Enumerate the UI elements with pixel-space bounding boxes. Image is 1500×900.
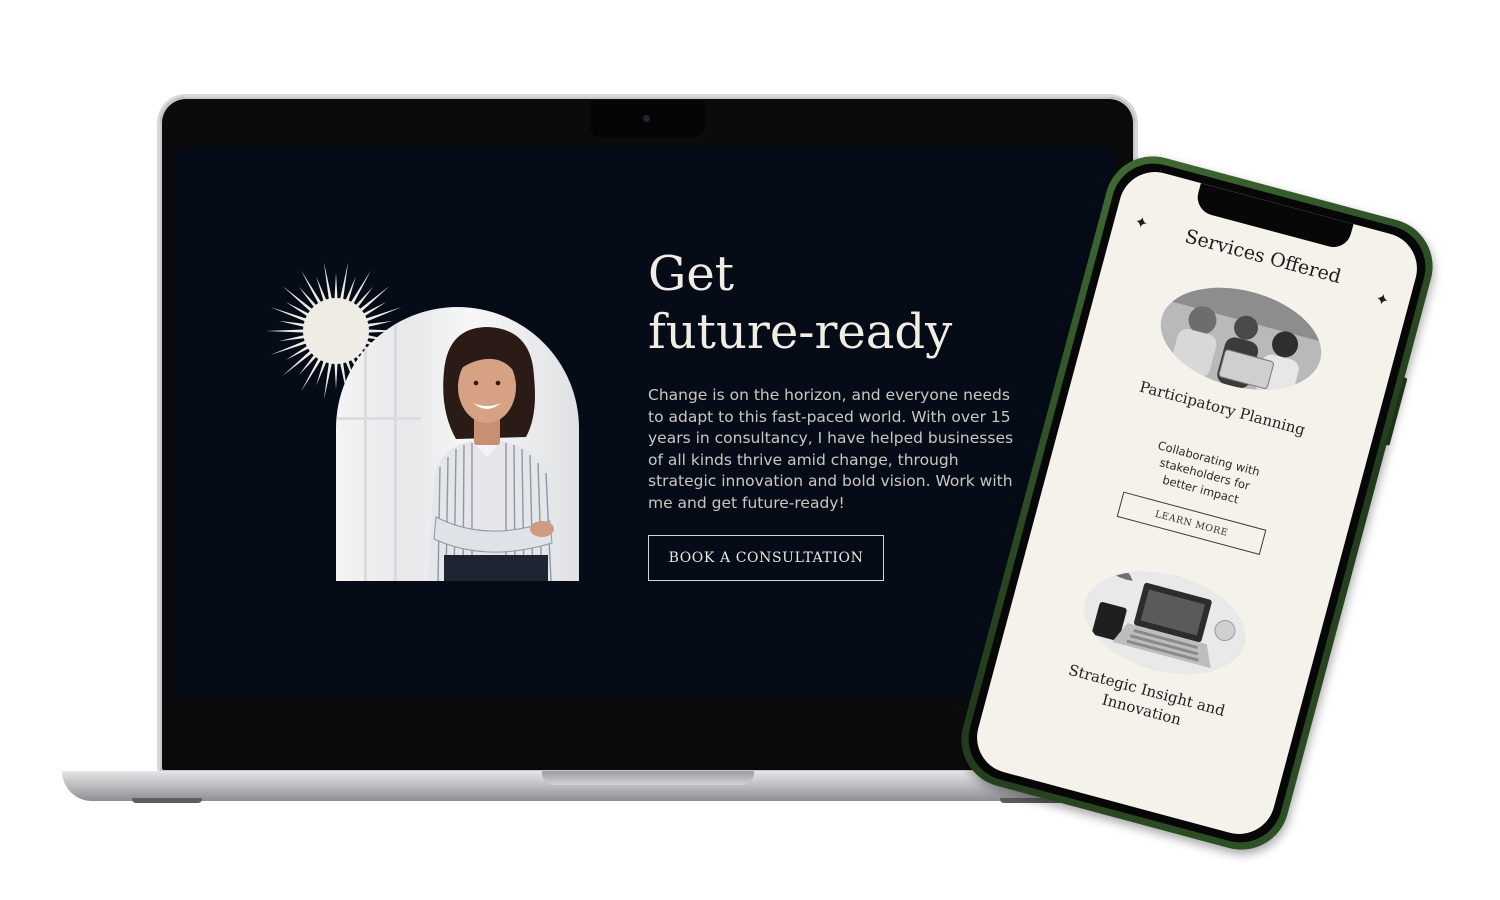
sun-ray bbox=[365, 320, 394, 328]
sun-ray bbox=[270, 307, 309, 323]
hero-description: Change is on the horizon, and everyone n… bbox=[648, 386, 1014, 512]
sun-ray bbox=[323, 262, 333, 302]
sun-ray bbox=[323, 360, 333, 400]
hero-title: Get future-ready bbox=[648, 245, 952, 361]
hero-title-line-1: Get bbox=[648, 246, 735, 302]
hero-portrait-photo bbox=[336, 307, 579, 581]
laptop-camera bbox=[643, 115, 650, 122]
sun-ray bbox=[266, 329, 307, 333]
laptop-trackpad-notch bbox=[542, 771, 754, 785]
sun-ray bbox=[270, 339, 309, 355]
laptop-screen: Get future-ready Change is on the horizo… bbox=[176, 147, 1116, 695]
sun-ray bbox=[334, 360, 338, 389]
sun-ray bbox=[339, 262, 349, 302]
sun-ray bbox=[363, 307, 402, 323]
book-consultation-button[interactable]: BOOK A CONSULTATION bbox=[648, 535, 884, 581]
sun-ray bbox=[278, 320, 307, 328]
sun-ray bbox=[278, 334, 307, 342]
hero-title-line-2: future-ready bbox=[648, 304, 953, 360]
woman-portrait-illustration bbox=[336, 317, 560, 581]
laptop-foot-left bbox=[132, 798, 202, 803]
sun-ray bbox=[334, 273, 338, 302]
